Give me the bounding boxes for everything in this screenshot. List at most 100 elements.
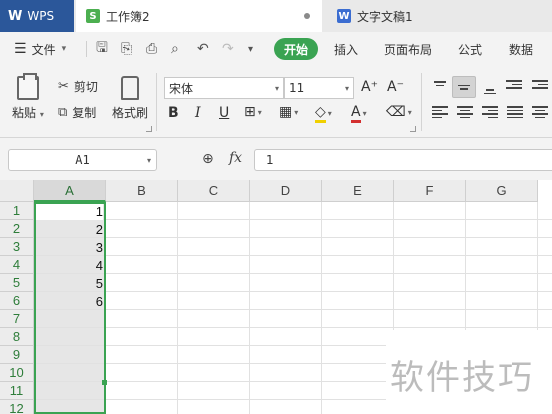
format-painter-button[interactable]: 格式刷 (112, 76, 148, 121)
row-gridline (34, 237, 552, 238)
name-box[interactable]: A1 ▾ (8, 149, 157, 171)
document-icon: W (337, 9, 351, 23)
decrease-font-size-icon[interactable]: A⁻ (387, 79, 404, 95)
row-header-2[interactable]: 2 (0, 220, 34, 238)
export-icon[interactable]: ⎘ (121, 32, 132, 66)
tab-workbook[interactable]: S 工作簿2 (76, 0, 322, 32)
row-header-6[interactable]: 6 (0, 292, 34, 310)
row-header-10[interactable]: 10 (0, 364, 34, 382)
chevron-down-icon: ▾ (274, 83, 279, 93)
row-header-11[interactable]: 11 (0, 382, 34, 400)
paste-button[interactable]: 粘贴 ▾ (12, 73, 44, 121)
copy-button[interactable]: ⧉ 复制 (58, 104, 96, 121)
row-header-3[interactable]: 3 (0, 238, 34, 256)
workbook-tab-label: 工作簿2 (106, 9, 150, 24)
row-header-9[interactable]: 9 (0, 346, 34, 364)
align-left-icon[interactable] (432, 106, 448, 118)
column-header-b[interactable]: B (106, 180, 178, 202)
chevron-down-icon: ▾ (146, 155, 151, 165)
divider (421, 73, 422, 131)
tab-insert[interactable]: 插入 (334, 32, 358, 66)
save-icon[interactable]: 🖫 (96, 32, 108, 66)
zoom-icon[interactable]: ⊕ (202, 151, 214, 167)
decrease-indent-icon[interactable] (506, 80, 522, 89)
copy-label: 复制 (72, 106, 97, 120)
column-gridline (177, 202, 178, 414)
font-color-icon[interactable]: A ▾ (351, 104, 367, 123)
cut-label: 剪切 (73, 80, 98, 94)
font-name-select[interactable]: 宋体 ▾ (164, 77, 284, 99)
formula-input[interactable]: 1 (254, 149, 552, 171)
row-gridline (34, 309, 552, 310)
watermark-text: 软件技巧 (390, 358, 534, 398)
column-header-e[interactable]: E (322, 180, 394, 202)
align-top-icon[interactable] (430, 78, 450, 96)
font-group-launcher-icon[interactable] (410, 126, 416, 132)
clear-icon[interactable]: ⌫ ▾ (386, 104, 412, 120)
column-header-c[interactable]: C (178, 180, 250, 202)
brush-icon (121, 76, 139, 100)
tab-start[interactable]: 开始 (274, 38, 318, 60)
formula-bar: A1 ▾ ⊕ fx 1 (0, 138, 552, 180)
underline-icon[interactable]: U (219, 105, 229, 121)
document-tab-label: 文字文稿1 (357, 9, 413, 24)
wps-logo-icon: W (8, 8, 23, 24)
ribbon: 粘贴 ▾ ✂ 剪切 ⧉ 复制 格式刷 宋体 ▾ 11 ▾ A⁺ A⁻ B I U… (0, 66, 552, 138)
column-header-f[interactable]: F (394, 180, 466, 202)
fill-color-icon[interactable]: ◇ ▾ (315, 104, 332, 123)
row-header-4[interactable]: 4 (0, 256, 34, 274)
redo-icon[interactable]: ↷ (222, 32, 234, 66)
print-icon[interactable]: ⎙ (146, 32, 157, 66)
print-preview-icon[interactable]: ⌕ (171, 32, 179, 66)
tab-document[interactable]: W 文字文稿1 (327, 0, 552, 32)
italic-icon[interactable]: I (195, 105, 201, 121)
increase-font-size-icon[interactable]: A⁺ (361, 79, 378, 95)
chevron-down-icon: ▾ (61, 44, 67, 54)
divider (156, 73, 157, 131)
menu-bar: ☰ 文件 ▾ 🖫 ⎘ ⎙ ⌕ ↶ ↷ ▾ 开始 插入 页面布局 公式 数据 (0, 32, 552, 66)
select-all-corner[interactable] (0, 180, 34, 202)
align-middle-icon[interactable] (452, 76, 476, 98)
bold-icon[interactable]: B (168, 105, 179, 121)
wps-home-tab[interactable]: W WPS (0, 0, 74, 32)
unsaved-dot-icon (304, 13, 310, 19)
font-size-select[interactable]: 11 ▾ (284, 77, 354, 99)
customize-chevron-icon[interactable]: ▾ (248, 32, 253, 66)
borders-icon[interactable]: ⊞ ▾ (244, 104, 262, 120)
divider (86, 41, 87, 57)
cell-style-icon[interactable]: ▦ ▾ (279, 104, 298, 120)
column-header-d[interactable]: D (250, 180, 322, 202)
row-header-12[interactable]: 12 (0, 400, 34, 414)
spreadsheet-icon: S (86, 9, 100, 23)
row-gridline (34, 327, 552, 328)
cut-button[interactable]: ✂ 剪切 (58, 78, 98, 95)
increase-indent-icon[interactable] (532, 80, 548, 89)
row-gridline (34, 219, 552, 220)
hamburger-icon: ☰ (14, 41, 27, 57)
justify-icon[interactable] (507, 106, 523, 118)
undo-icon[interactable]: ↶ (197, 32, 209, 66)
tab-formulas[interactable]: 公式 (458, 32, 482, 66)
distributed-icon[interactable] (532, 106, 548, 118)
tab-data[interactable]: 数据 (509, 32, 533, 66)
row-gridline (34, 291, 552, 292)
row-gridline (34, 273, 552, 274)
align-right-icon[interactable] (482, 106, 498, 118)
row-header-1[interactable]: 1 (0, 202, 34, 220)
row-header-5[interactable]: 5 (0, 274, 34, 292)
name-box-value: A1 (75, 153, 90, 167)
file-menu[interactable]: ☰ 文件 ▾ (14, 32, 66, 66)
column-header-a[interactable]: A (34, 180, 106, 202)
column-header-g[interactable]: G (466, 180, 538, 202)
clipboard-group-launcher-icon[interactable] (146, 126, 152, 132)
font-name-value: 宋体 (169, 81, 194, 96)
align-center-icon[interactable] (457, 106, 473, 118)
insert-function-button[interactable]: fx (229, 150, 242, 166)
row-header-7[interactable]: 7 (0, 310, 34, 328)
scissors-icon: ✂ (58, 79, 69, 94)
row-header-8[interactable]: 8 (0, 328, 34, 346)
font-size-value: 11 (289, 81, 305, 95)
align-bottom-icon[interactable] (480, 78, 500, 96)
tab-page-layout[interactable]: 页面布局 (384, 32, 432, 66)
fill-handle[interactable] (102, 380, 107, 385)
